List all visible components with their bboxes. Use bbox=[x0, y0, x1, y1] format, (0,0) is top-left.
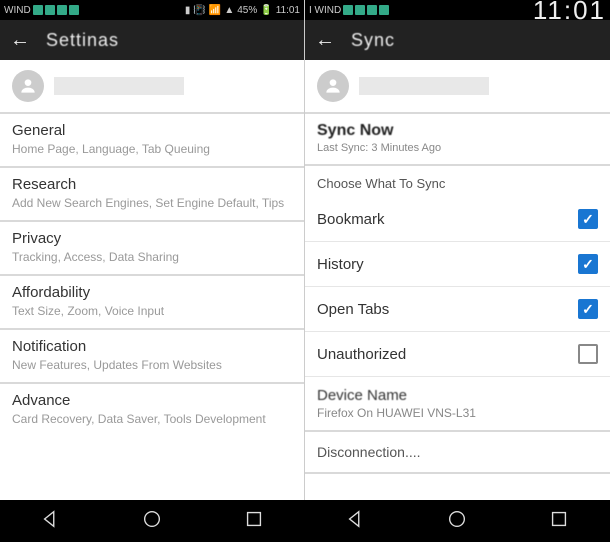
status-icon bbox=[367, 5, 377, 15]
check-label: Open Tabs bbox=[317, 301, 389, 318]
sync-content[interactable]: Sync Now Last Sync: 3 Minutes Ago Choose… bbox=[305, 60, 610, 500]
signal-icon: ▲ bbox=[224, 5, 234, 16]
nav-recent-icon[interactable] bbox=[243, 508, 265, 535]
status-bar: I WIND 11:01 bbox=[305, 0, 610, 20]
avatar-icon bbox=[317, 70, 349, 102]
section-title: Affordability bbox=[12, 284, 292, 301]
nav-recent-icon[interactable] bbox=[548, 508, 570, 535]
section-title: Advance bbox=[12, 392, 292, 409]
account-name-placeholder bbox=[359, 77, 489, 95]
sync-screen: I WIND 11:01 ← Sync Sync Now bbox=[305, 0, 610, 500]
disconnect-button[interactable]: Disconnection.... bbox=[305, 430, 610, 474]
section-title: General bbox=[12, 122, 292, 139]
app-bar: ← Sync bbox=[305, 20, 610, 60]
sync-now-label: Sync Now bbox=[317, 122, 598, 140]
last-sync-label: Last Sync: 3 Minutes Ago bbox=[317, 142, 598, 154]
section-sub: New Features, Updates From Websites bbox=[12, 358, 292, 372]
sync-item-open-tabs[interactable]: Open Tabs bbox=[305, 287, 610, 332]
battery-pct: 45% bbox=[237, 5, 257, 16]
section-advance[interactable]: Advance Card Recovery, Data Saver, Tools… bbox=[0, 384, 304, 436]
status-icon bbox=[33, 5, 43, 15]
check-label: Bookmark bbox=[317, 211, 385, 228]
checkbox-icon[interactable] bbox=[578, 344, 598, 364]
sync-now-row[interactable]: Sync Now Last Sync: 3 Minutes Ago bbox=[305, 114, 610, 166]
account-row[interactable] bbox=[0, 60, 304, 114]
section-title: Privacy bbox=[12, 230, 292, 247]
section-privacy[interactable]: Privacy Tracking, Access, Data Sharing bbox=[0, 222, 304, 276]
account-row[interactable] bbox=[305, 60, 610, 114]
section-title: Notification bbox=[12, 338, 292, 355]
section-research[interactable]: Research Add New Search Engines, Set Eng… bbox=[0, 168, 304, 222]
section-general[interactable]: General Home Page, Language, Tab Queuing bbox=[0, 114, 304, 168]
sync-item-bookmark[interactable]: Bookmark bbox=[305, 197, 610, 242]
navigation-bar bbox=[0, 500, 610, 542]
app-title: Sync bbox=[351, 30, 395, 51]
checkbox-icon[interactable] bbox=[578, 209, 598, 229]
nfc-icon: ▮ bbox=[185, 5, 191, 16]
section-notification[interactable]: Notification New Features, Updates From … bbox=[0, 330, 304, 384]
status-icon bbox=[343, 5, 353, 15]
settings-content[interactable]: General Home Page, Language, Tab Queuing… bbox=[0, 60, 304, 500]
back-icon[interactable]: ← bbox=[315, 29, 335, 52]
device-name-section[interactable]: Device Name Firefox On HUAWEI VNS-L31 bbox=[305, 377, 610, 430]
choose-sync-label: Choose What To Sync bbox=[305, 166, 610, 197]
nav-back-icon[interactable] bbox=[40, 508, 62, 535]
battery-icon: 🔋 bbox=[260, 5, 272, 16]
section-sub: Card Recovery, Data Saver, Tools Develop… bbox=[12, 412, 292, 426]
status-icon bbox=[69, 5, 79, 15]
status-bar: WIND ▮ 📳 📶 ▲ 45% 🔋 11:01 bbox=[0, 0, 304, 20]
vibrate-icon: 📳 bbox=[193, 5, 205, 16]
nav-home-icon[interactable] bbox=[141, 508, 163, 535]
status-icon bbox=[355, 5, 365, 15]
nav-home-icon[interactable] bbox=[446, 508, 468, 535]
section-sub: Add New Search Engines, Set Engine Defau… bbox=[12, 196, 292, 210]
carrier-label: I WIND bbox=[309, 5, 341, 16]
nav-back-icon[interactable] bbox=[345, 508, 367, 535]
status-icon bbox=[57, 5, 67, 15]
sync-item-history[interactable]: History bbox=[305, 242, 610, 287]
device-name-value: Firefox On HUAWEI VNS-L31 bbox=[317, 406, 598, 420]
back-icon[interactable]: ← bbox=[10, 29, 30, 52]
section-sub: Home Page, Language, Tab Queuing bbox=[12, 142, 292, 156]
account-name-placeholder bbox=[54, 77, 184, 95]
device-name-title: Device Name bbox=[317, 387, 598, 404]
app-bar: ← Settinas bbox=[0, 20, 304, 60]
avatar-icon bbox=[12, 70, 44, 102]
section-title: Research bbox=[12, 176, 292, 193]
status-time: 11:01 bbox=[276, 5, 300, 16]
section-sub: Text Size, Zoom, Voice Input bbox=[12, 304, 292, 318]
section-sub: Tracking, Access, Data Sharing bbox=[12, 250, 292, 264]
status-icon bbox=[45, 5, 55, 15]
disconnect-label: Disconnection.... bbox=[317, 444, 421, 460]
checkbox-icon[interactable] bbox=[578, 299, 598, 319]
carrier-label: WIND bbox=[4, 5, 31, 16]
app-title: Settinas bbox=[46, 30, 119, 51]
checkbox-icon[interactable] bbox=[578, 254, 598, 274]
settings-screen: WIND ▮ 📳 📶 ▲ 45% 🔋 11:01 ← Settinas bbox=[0, 0, 305, 500]
wifi-icon: 📶 bbox=[209, 5, 221, 16]
sync-item-unauthorized[interactable]: Unauthorized bbox=[305, 332, 610, 377]
check-label: Unauthorized bbox=[317, 346, 406, 363]
status-icon bbox=[379, 5, 389, 15]
section-affordability[interactable]: Affordability Text Size, Zoom, Voice Inp… bbox=[0, 276, 304, 330]
check-label: History bbox=[317, 256, 364, 273]
